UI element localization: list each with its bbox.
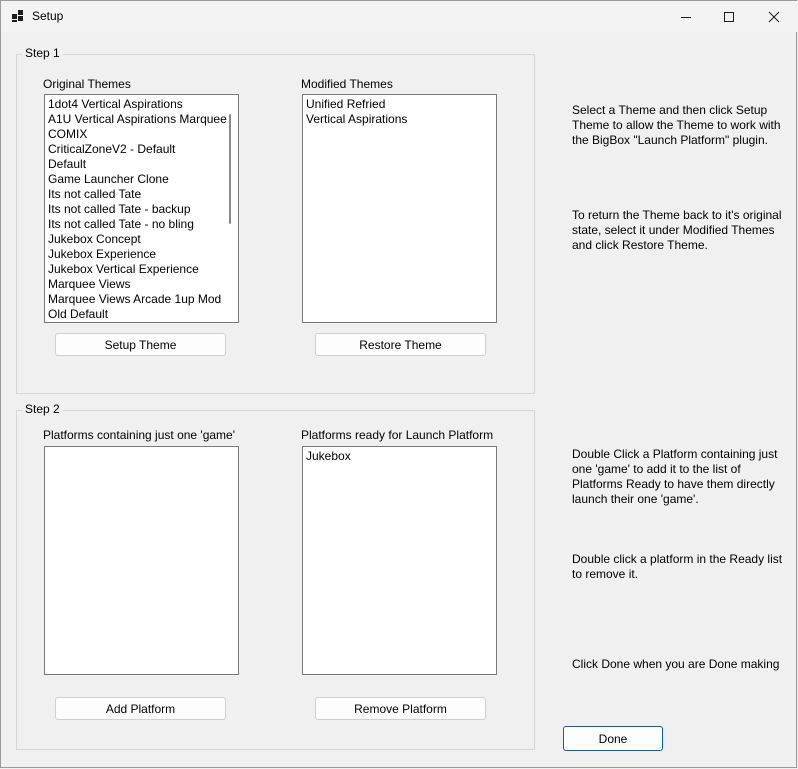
original-themes-scrollbar[interactable] xyxy=(229,114,231,224)
title-bar[interactable]: Setup xyxy=(1,1,797,32)
help-remove-platform: Double click a platform in the Ready lis… xyxy=(572,552,783,581)
window-title: Setup xyxy=(32,9,64,23)
step1-title: Step 1 xyxy=(22,46,63,60)
single-game-platforms-list[interactable] xyxy=(44,446,239,675)
step2-title: Step 2 xyxy=(22,402,63,416)
list-item[interactable]: Jukebox xyxy=(303,449,496,464)
maximize-button[interactable] xyxy=(706,1,752,32)
list-item[interactable]: Marquee Views Arcade 1up Mod xyxy=(45,292,238,307)
modified-themes-list[interactable]: Unified Refried Vertical Aspirations xyxy=(302,94,497,323)
minimize-icon xyxy=(681,16,691,18)
help-done: Click Done when you are Done making xyxy=(572,657,780,671)
list-item[interactable]: CriticalZoneV2 - Default xyxy=(45,142,238,157)
maximize-icon xyxy=(724,11,734,22)
list-item[interactable]: Game Launcher Clone xyxy=(45,172,238,187)
list-item[interactable]: Jukebox Experience xyxy=(45,247,238,262)
list-item[interactable]: COMIX xyxy=(45,127,238,142)
remove-platform-button[interactable]: Remove Platform xyxy=(315,697,486,720)
add-platform-button[interactable]: Add Platform xyxy=(55,697,226,720)
list-item[interactable]: Default xyxy=(45,157,238,172)
minimize-button[interactable] xyxy=(663,1,709,32)
help-restore-theme: To return the Theme back to it's origina… xyxy=(572,208,782,252)
help-add-platform: Double Click a Platform containing just … xyxy=(572,447,778,506)
setup-theme-button[interactable]: Setup Theme xyxy=(55,333,226,356)
original-themes-list[interactable]: 1dot4 Vertical Aspirations A1U Vertical A… xyxy=(44,94,239,323)
ready-platforms-label: Platforms ready for Launch Platform xyxy=(301,428,494,442)
list-item[interactable]: Jukebox Vertical Experience xyxy=(45,262,238,277)
done-button[interactable]: Done xyxy=(563,726,663,751)
list-item[interactable]: Unified Refried xyxy=(303,97,496,112)
close-button[interactable] xyxy=(751,1,797,32)
list-item[interactable]: Jukebox Concept xyxy=(45,232,238,247)
ready-platforms-list[interactable]: Jukebox xyxy=(302,446,497,675)
list-item[interactable]: A1U Vertical Aspirations Marquee xyxy=(45,112,238,127)
original-themes-label: Original Themes xyxy=(43,77,131,91)
list-item[interactable]: Vertical Aspirations xyxy=(303,112,496,127)
list-item[interactable]: Its not called Tate - no bling xyxy=(45,217,238,232)
list-item[interactable]: 1dot4 Vertical Aspirations xyxy=(45,97,238,112)
restore-theme-button[interactable]: Restore Theme xyxy=(315,333,486,356)
help-setup-theme: Select a Theme and then click Setup Them… xyxy=(572,103,781,147)
modified-themes-label: Modified Themes xyxy=(301,77,393,91)
list-item[interactable]: Marquee Views xyxy=(45,277,238,292)
setup-window: Setup Step 1 Original Themes 1dot4 Verti… xyxy=(0,0,797,768)
close-icon xyxy=(768,11,780,22)
single-game-platforms-label: Platforms containing just one 'game' xyxy=(43,428,236,442)
app-icon xyxy=(12,10,24,22)
list-item[interactable]: Its not called Tate xyxy=(45,187,238,202)
list-item[interactable]: Its not called Tate - backup xyxy=(45,202,238,217)
list-item[interactable]: Old Default xyxy=(45,307,238,322)
